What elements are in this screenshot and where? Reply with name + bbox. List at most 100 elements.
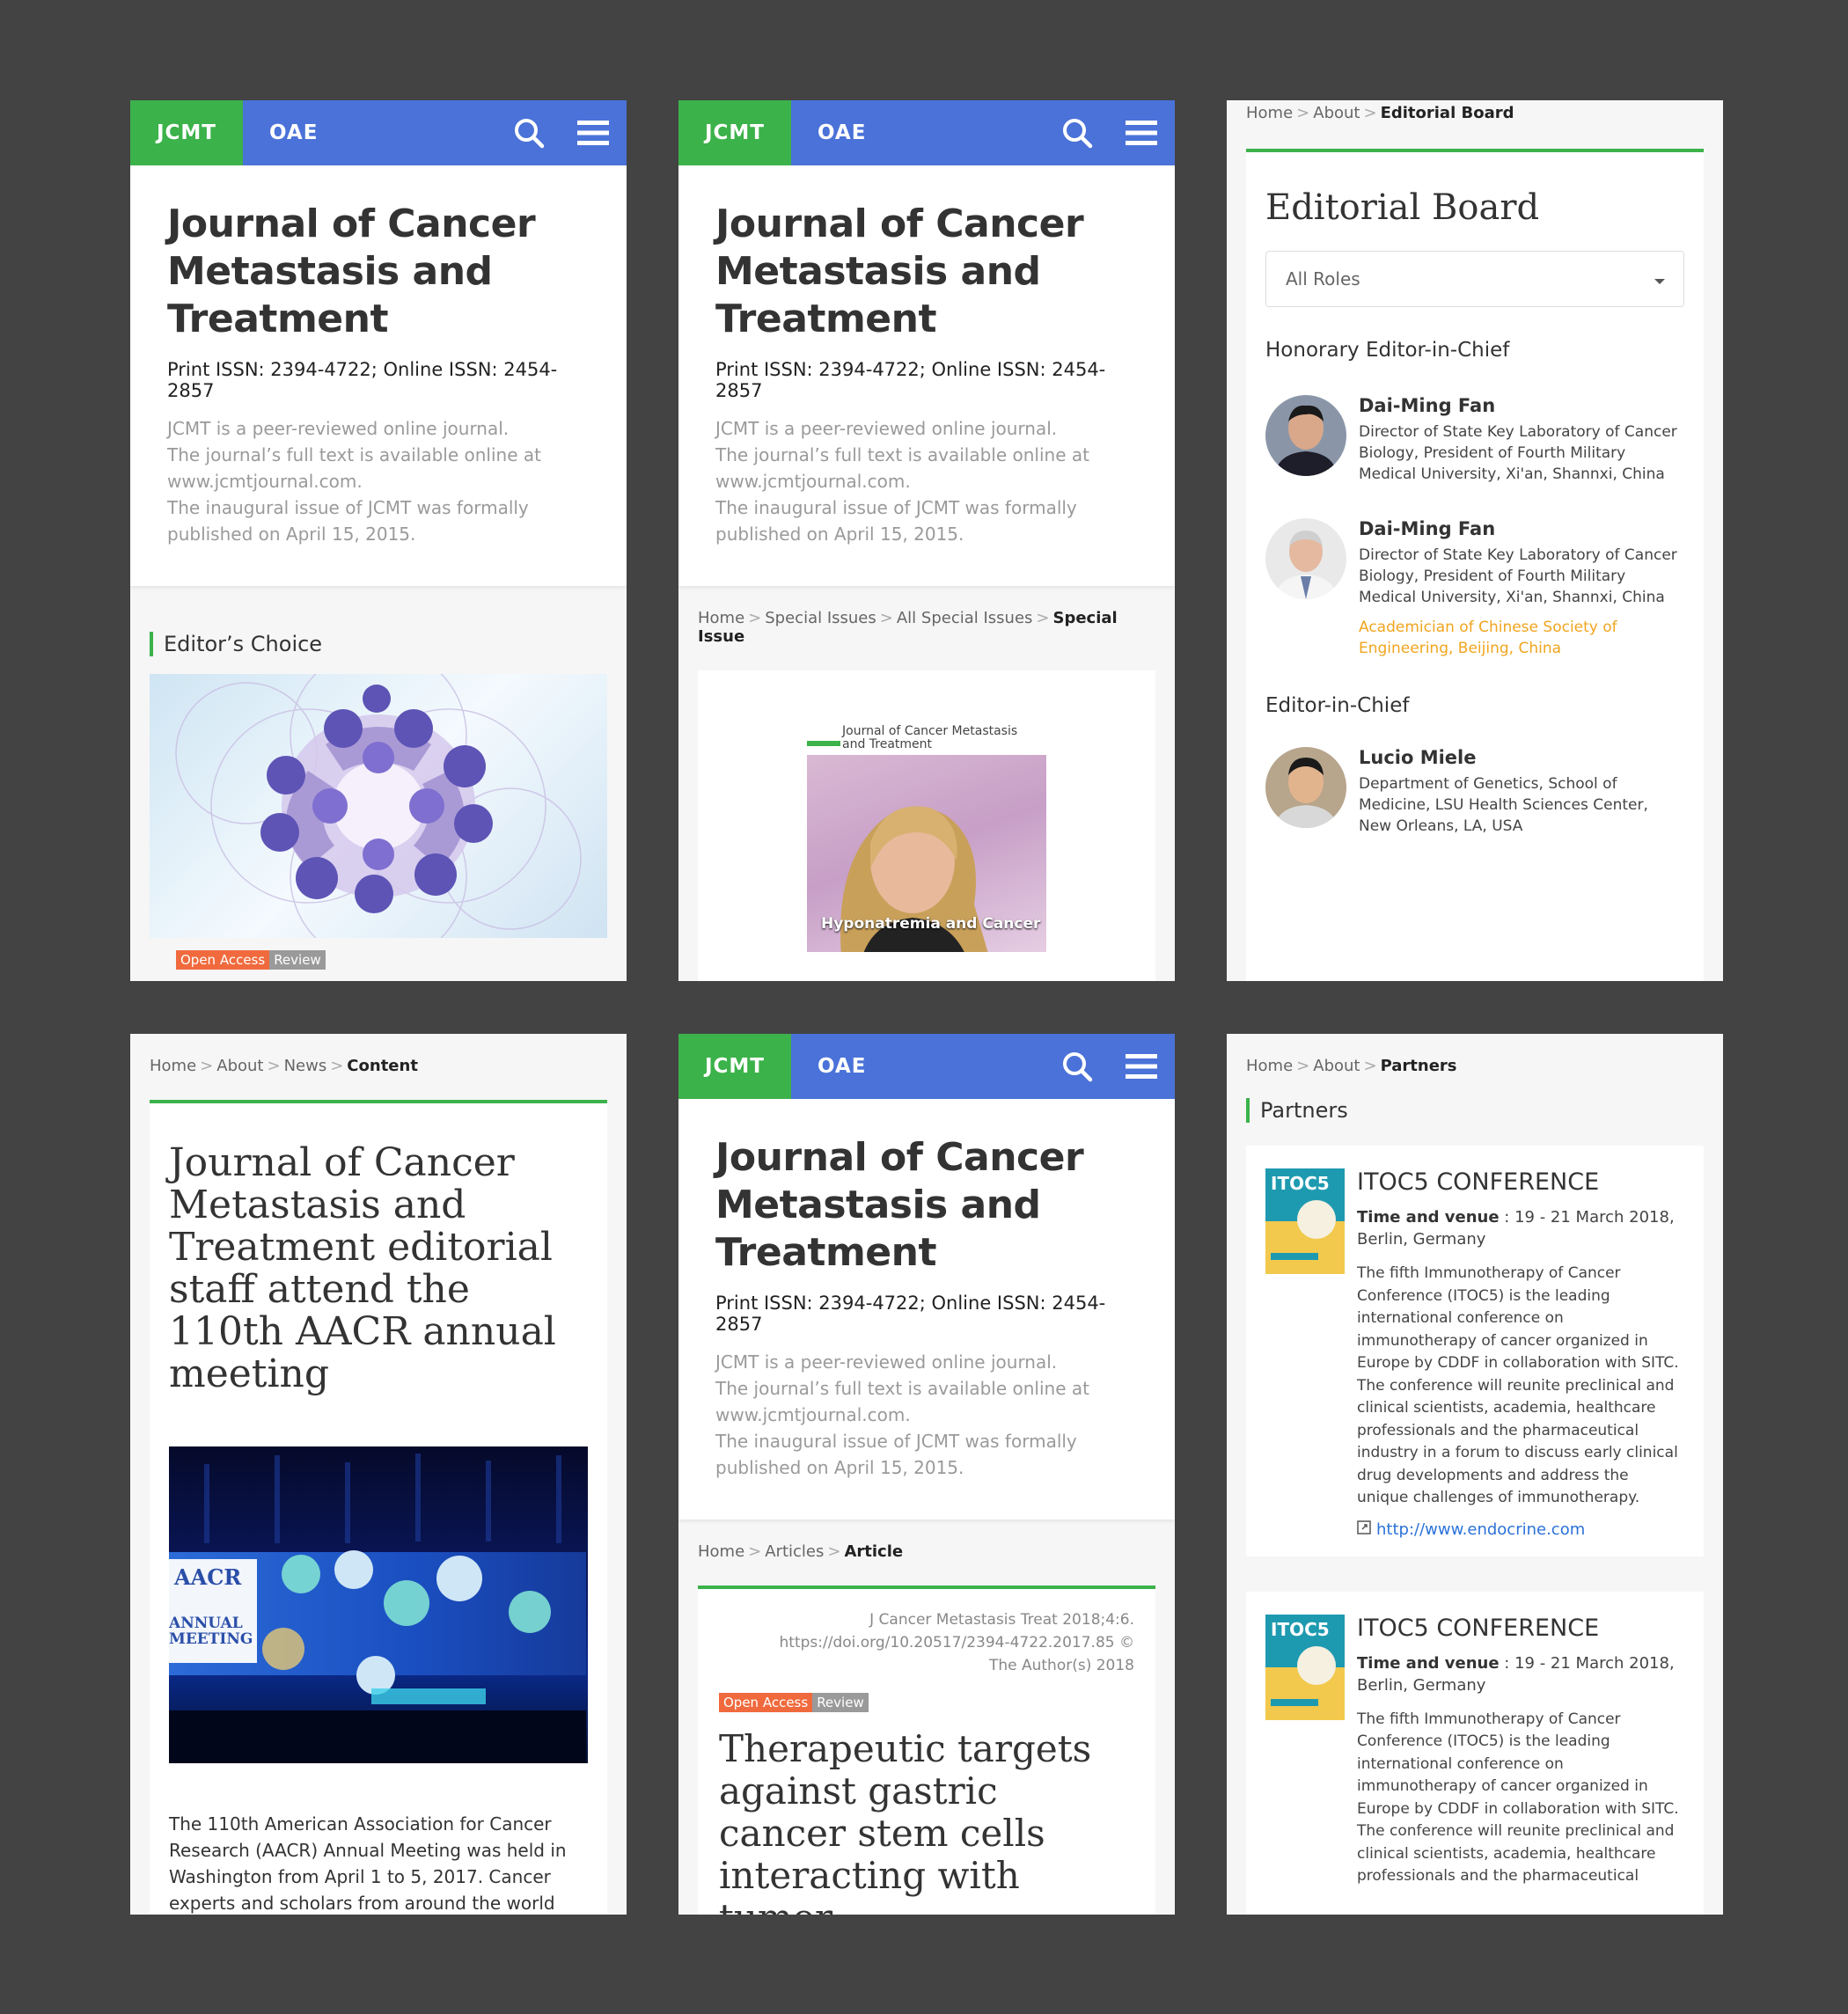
partner-card[interactable]: ITOC5 ITOC5 CONFERENCE Time and venue : … [1246, 1591, 1704, 1915]
breadcrumb-current: Article [844, 1542, 904, 1561]
partner-card[interactable]: ITOC5 ITOC5 CONFERENCE Time and venue : … [1246, 1146, 1704, 1556]
featured-article-image [150, 674, 607, 938]
partner-venue: Time and venue : 19 - 21 March 2018, Ber… [1357, 1653, 1675, 1695]
breadcrumb-link[interactable]: Home [698, 609, 744, 627]
partner-description: The fifth Immunotherapy of Cancer Confer… [1357, 1264, 1679, 1506]
breadcrumb-current: Content [347, 1057, 418, 1075]
editor-entry[interactable]: Dai-Ming Fan Director of State Key Labor… [1265, 395, 1684, 485]
open-access-tag: Open Access [719, 1693, 813, 1712]
svg-text:ITOC5: ITOC5 [1271, 1173, 1330, 1194]
journal-title: Journal of Cancer Metastasis and Treatme… [715, 201, 1084, 341]
role-heading: Honorary Editor-in-Chief [1265, 339, 1510, 362]
journal-description: JCMT is a peer-reviewed online journal. … [167, 418, 541, 545]
partner-name[interactable]: ITOC5 CONFERENCE [1357, 1168, 1684, 1196]
avatar [1265, 518, 1346, 599]
editor-affiliation-secondary: Academician of Chinese Society of Engine… [1359, 619, 1617, 657]
breadcrumb: Home > About > Editorial Board [1246, 104, 1514, 122]
news-card: Journal of Cancer Metastasis and Treatme… [150, 1103, 607, 1914]
menu-icon[interactable] [1108, 100, 1175, 165]
breadcrumb-link[interactable]: All Special Issues [897, 609, 1033, 627]
cover-image: Journal of Cancer Metastasis and Treatme… [807, 725, 1046, 970]
breadcrumb-current: Partners [1380, 1057, 1457, 1075]
breadcrumb-link[interactable]: Home [1246, 1057, 1293, 1075]
editor-name[interactable]: Dai-Ming Fan [1359, 395, 1684, 416]
brand-logo-button[interactable]: JCMT [130, 100, 243, 165]
search-icon[interactable] [1046, 1034, 1108, 1099]
article-card: J Cancer Metastasis Treat 2018;4:6. http… [698, 1589, 1155, 1915]
search-icon[interactable] [498, 100, 560, 165]
breadcrumb-link[interactable]: Articles [765, 1542, 824, 1561]
menu-icon[interactable] [1108, 1034, 1175, 1099]
breadcrumb-link[interactable]: Home [698, 1542, 744, 1561]
top-bar: JCMT OAE [130, 100, 627, 165]
screen-editorial-board: Home > About > Editorial Board Editorial Boa… [1227, 100, 1723, 981]
journal-title: Journal of Cancer Metastasis and Treatme… [167, 201, 536, 341]
editor-entry[interactable]: Lucio Miele Department of Genetics, Scho… [1265, 747, 1684, 837]
screen-home-editors-choice: JCMT OAE Journal of Cancer Metastasis an… [130, 100, 627, 981]
partner-name[interactable]: ITOC5 CONFERENCE [1357, 1615, 1684, 1642]
editor-affiliation: Department of Genetics, School of Medici… [1359, 775, 1648, 835]
editor-name[interactable]: Dai-Ming Fan [1359, 518, 1684, 539]
breadcrumb-link[interactable]: About [216, 1057, 263, 1075]
breadcrumb: Home > About > News > Content [150, 1057, 418, 1075]
avatar [1265, 747, 1346, 828]
external-link-icon [1357, 1520, 1371, 1539]
section-heading: Partners [1246, 1098, 1723, 1123]
screen-news-content: Home > About > News > Content Journal of Cance… [130, 1034, 627, 1915]
journal-description: JCMT is a peer-reviewed online journal. … [715, 418, 1089, 545]
breadcrumb-link[interactable]: Home [1246, 104, 1293, 122]
journal-hero: Journal of Cancer Metastasis and Treatme… [130, 165, 627, 586]
cover-journal-name: Journal of Cancer Metastasis and Treatme… [842, 725, 1018, 751]
partner-logo: ITOC5 [1265, 1614, 1345, 1720]
avatar [1265, 395, 1346, 476]
role-heading: Editor-in-Chief [1265, 694, 1410, 717]
page-title: Editorial Board [1265, 187, 1540, 228]
top-bar: JCMT OAE [678, 1034, 1175, 1099]
journal-hero: Journal of Cancer Metastasis and Treatme… [678, 1099, 1175, 1520]
org-logo-button[interactable]: OAE [791, 100, 1046, 165]
partner-link[interactable]: http://www.endocrine.com [1357, 1520, 1684, 1539]
org-logo-button[interactable]: OAE [243, 100, 498, 165]
brand-logo-button[interactable]: JCMT [678, 1034, 791, 1099]
breadcrumb-link[interactable]: About [1313, 104, 1360, 122]
section-heading: Editor’s Choice [150, 632, 627, 656]
editor-affiliation: Director of State Key Laboratory of Canc… [1359, 423, 1677, 483]
article-title[interactable]: Therapeutic targets against gastric canc… [719, 1728, 1134, 1915]
menu-icon[interactable] [560, 100, 627, 165]
partner-venue: Time and venue : 19 - 21 March 2018, Ber… [1357, 1208, 1675, 1249]
special-issue-card[interactable]: Journal of Cancer Metastasis and Treatme… [698, 670, 1155, 981]
journal-title: Journal of Cancer Metastasis and Treatme… [715, 1135, 1084, 1275]
svg-text:ITOC5: ITOC5 [1271, 1619, 1330, 1640]
article-citation: J Cancer Metastasis Treat 2018;4:6. http… [779, 1611, 1134, 1674]
journal-issn: Print ISSN: 2394-4722; Online ISSN: 2454… [715, 359, 1106, 401]
partner-logo: ITOC5 [1265, 1168, 1345, 1274]
screen-special-issue: JCMT OAE Journal of Cancer Metastasis an… [678, 100, 1175, 981]
org-logo-button[interactable]: OAE [791, 1034, 1046, 1099]
search-icon[interactable] [1046, 100, 1108, 165]
breadcrumb-link[interactable]: News [284, 1057, 327, 1075]
news-title: Journal of Cancer Metastasis and Treatme… [169, 1140, 556, 1396]
journal-issn: Print ISSN: 2394-4722; Online ISSN: 2454… [167, 359, 558, 401]
breadcrumb-link[interactable]: About [1313, 1057, 1360, 1075]
top-bar: JCMT OAE [678, 100, 1175, 165]
partner-description: The fifth Immunotherapy of Cancer Confer… [1357, 1710, 1679, 1886]
roles-select-value: All Roles [1286, 268, 1360, 289]
breadcrumb-link[interactable]: Special Issues [765, 609, 876, 627]
screen-partners: Home > About > Partners Partners ITOC5 ITOC5… [1227, 1034, 1723, 1915]
news-body: The 110th American Association for Cance… [169, 1813, 567, 1914]
roles-select[interactable]: All Roles [1265, 251, 1684, 307]
editor-entry[interactable]: Dai-Ming Fan Director of State Key Labor… [1265, 518, 1684, 659]
featured-article-card[interactable]: Open Access Review [150, 674, 607, 970]
brand-logo-button[interactable]: JCMT [678, 100, 791, 165]
open-access-tag: Open Access [176, 950, 270, 970]
editorial-board-card: Editorial Board All Roles Honorary Edito… [1246, 152, 1704, 981]
journal-description: JCMT is a peer-reviewed online journal. … [715, 1351, 1089, 1478]
editor-name[interactable]: Lucio Miele [1359, 747, 1684, 768]
journal-issn: Print ISSN: 2394-4722; Online ISSN: 2454… [715, 1293, 1106, 1335]
review-tag: Review [269, 950, 326, 970]
breadcrumb-link[interactable]: Home [150, 1057, 196, 1075]
breadcrumb-current: Editorial Board [1380, 104, 1514, 122]
editor-affiliation: Director of State Key Laboratory of Canc… [1359, 546, 1677, 606]
news-image: AACR ANNUAL MEETING [169, 1446, 588, 1763]
screen-article: JCMT OAE Journal of Cancer Metastasis an… [678, 1034, 1175, 1915]
